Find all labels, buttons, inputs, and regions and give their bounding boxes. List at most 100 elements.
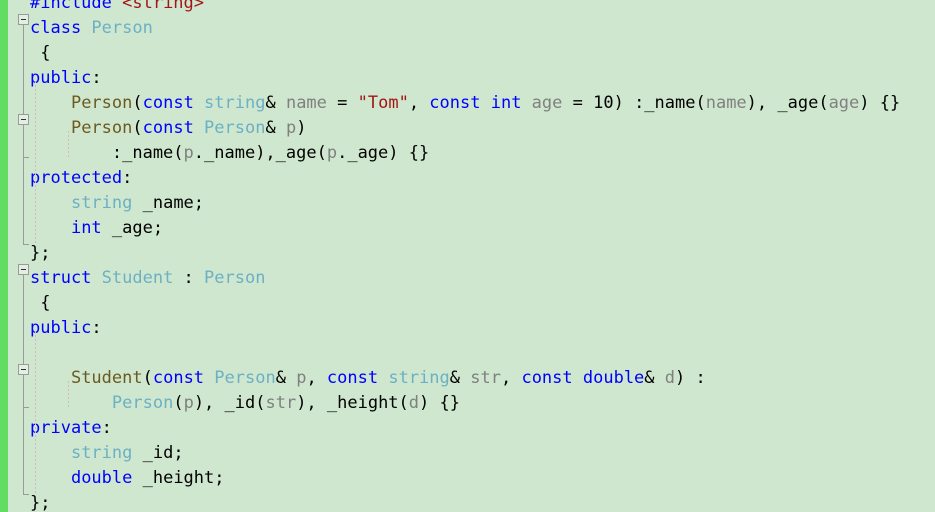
indent-guide-student-init-list [68,381,69,407]
code-token: ._name),_age( [193,143,327,163]
code-token: p [183,143,194,163]
code-token: str [470,368,501,388]
fold-guide-foot-person-copy-ctor [23,157,29,158]
code-line[interactable]: Person(const string& name = "Tom", const… [0,91,900,116]
code-line-text: struct Student : Person [0,266,265,291]
fold-margin[interactable] [8,0,17,512]
code-line-text: double _height; [0,466,225,491]
fold-toggle-student-ctor[interactable] [18,364,29,375]
fold-guide-foot-student-ctor [23,407,29,408]
code-token: double [582,368,645,388]
code-token: public [30,68,92,88]
code-token: const [152,368,215,388]
fold-toggle-class-person[interactable] [18,14,29,25]
code-token: Person [111,393,174,413]
code-token: ) :_name( [613,93,706,113]
code-token: Person [70,93,133,113]
code-line-text: #include <string> [0,0,204,16]
code-line[interactable]: int _age; [0,216,163,241]
code-token: = [562,93,594,113]
code-token: struct [30,268,102,288]
code-token: p [285,118,297,138]
code-token: Person [214,368,276,388]
code-token: Person [91,18,153,38]
code-token: :_name( [30,143,184,163]
code-token: { [30,43,51,63]
code-token: const [142,118,205,138]
code-line[interactable]: string _id; [0,441,184,466]
code-token: const [521,368,583,388]
code-token: & [275,368,297,388]
code-token: int [70,218,102,238]
code-token: d [408,393,420,413]
code-line[interactable]: double _height; [0,466,225,491]
code-token: Person [204,118,266,138]
code-token: public [30,318,92,338]
code-token: _name; [132,193,205,213]
code-token: age [531,93,563,113]
code-token: const [326,368,389,388]
code-text-area[interactable]: #include <string> class Person { public: P… [0,0,935,512]
code-token: { [30,293,51,313]
fold-guide-foot-struct-student [23,494,29,495]
fold-guide-foot-class-person [23,244,29,245]
code-token: double [70,468,133,488]
code-editor-surface[interactable]: #include <string> class Person { public: P… [0,0,935,512]
code-token: "Tom" [357,93,409,113]
code-line[interactable]: :_name(p._name),_age(p._age) {} [0,141,429,166]
code-token: Student [70,368,143,388]
code-line[interactable]: protected: [0,166,132,191]
code-token: }; [30,493,51,512]
code-token: p [326,143,338,163]
code-token: 10 [593,93,614,113]
code-token: }; [30,243,51,263]
code-line-text: Person(const string& name = "Tom", const… [0,91,900,116]
code-line[interactable]: Person(const Person& p) [0,116,307,141]
code-token: ) {} [419,393,460,413]
code-token: _height; [132,468,225,488]
code-token: name [285,93,327,113]
code-token: string [70,193,133,213]
code-token: string [204,93,266,113]
code-token: Student [101,268,174,288]
code-line[interactable]: Student(const Person& p, const string& s… [0,366,706,391]
code-token: const [142,93,205,113]
code-token: name [705,93,747,113]
code-token: _age; [101,218,164,238]
code-token: #include [30,0,123,13]
fold-guide-person-copy-ctor [23,125,24,157]
fold-toggle-struct-student[interactable] [18,264,29,275]
code-token: Person [204,268,266,288]
code-token: class [30,18,92,38]
code-line[interactable]: string _name; [0,191,204,216]
code-token: ( [173,393,184,413]
code-token: string [388,368,450,388]
code-line-text: string _name; [0,191,204,216]
code-token: , [500,368,522,388]
code-token: _id; [132,443,184,463]
fold-toggle-person-copy-ctor[interactable] [18,114,29,125]
indent-guide-person-init-list [68,131,69,157]
code-token: & [644,368,665,388]
code-token: & [265,118,286,138]
code-token: int [490,93,532,113]
code-token: ) [296,118,307,138]
code-line[interactable]: #include <string> [0,0,204,16]
code-line-text: string _id; [0,441,184,466]
code-token: : [91,68,102,88]
code-token: , [306,368,327,388]
code-token: : [122,168,133,188]
code-token: ) {} [859,93,901,113]
code-line[interactable]: struct Student : Person [0,266,265,291]
code-token: private [30,418,102,438]
code-token: : [173,268,205,288]
indent-guide-person-body [35,81,36,244]
code-token: ( [142,368,153,388]
